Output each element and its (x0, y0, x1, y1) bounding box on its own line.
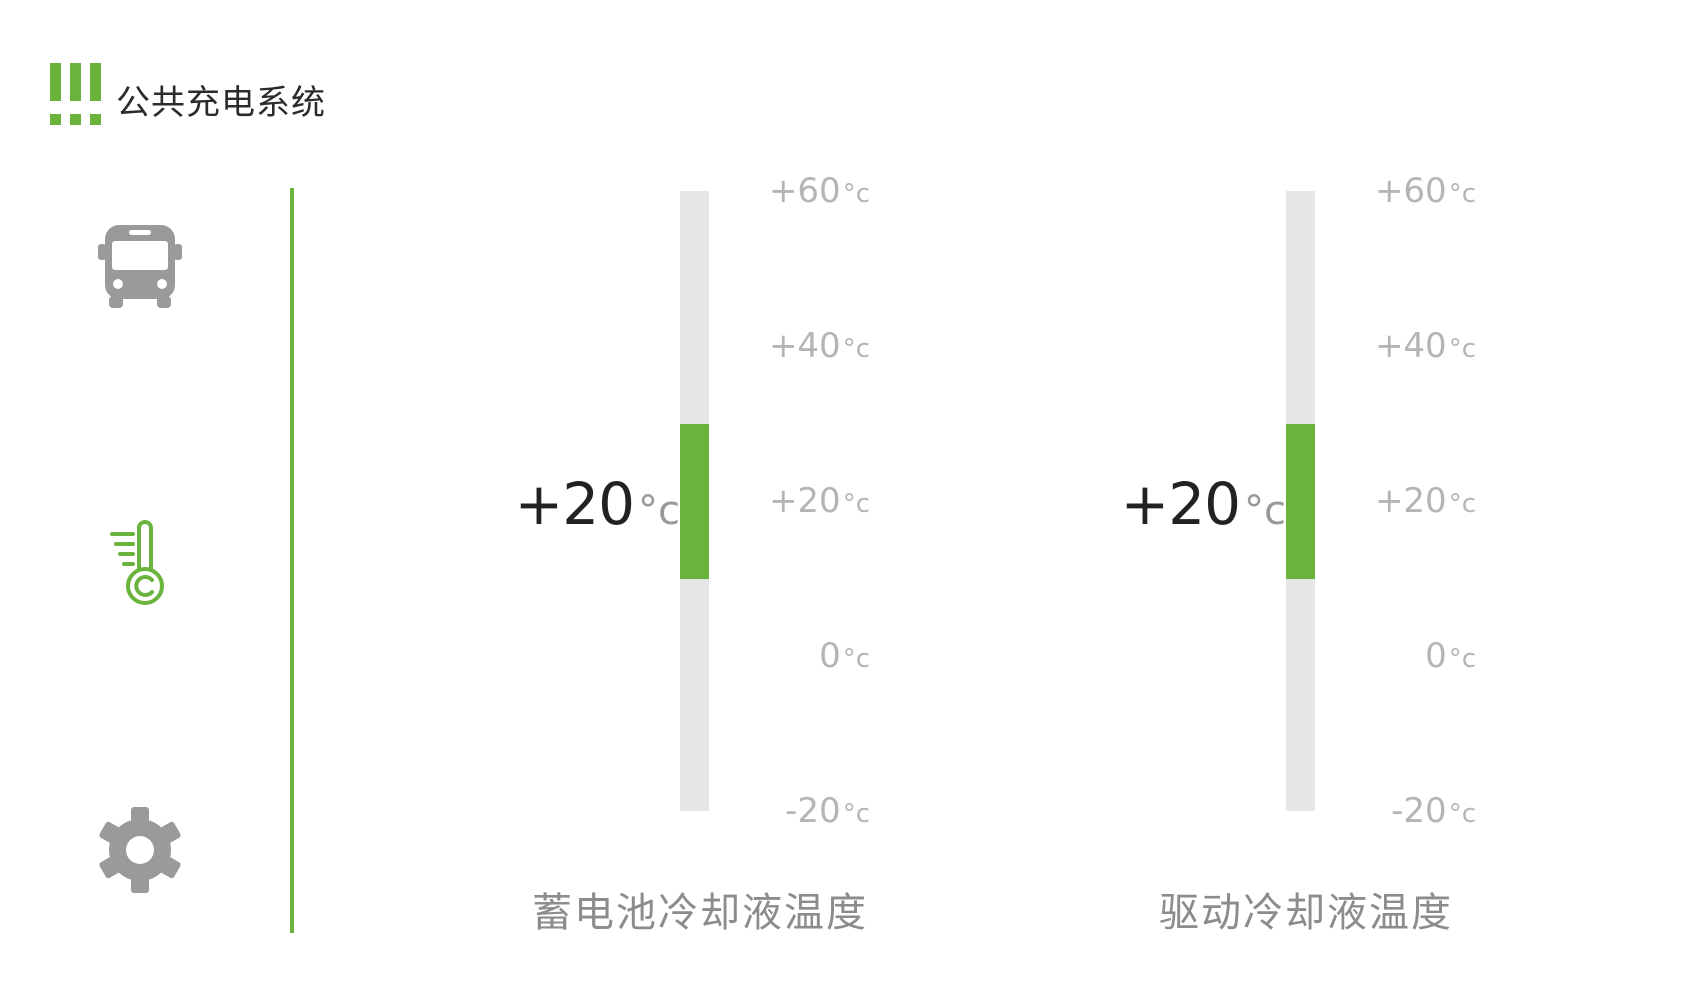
gauge-label: 蓄电池冷却液温度 (532, 890, 868, 936)
sidebar (0, 187, 290, 937)
temperature-bar-fill (1286, 423, 1315, 579)
logo-icon (50, 63, 102, 125)
temperature-bar-fill (680, 423, 709, 579)
scale-tick: -20°c (785, 791, 870, 831)
temperature-scale: +60°c +40°c +20°c 0°c -20°c (760, 171, 880, 831)
temperature-unit: °c (1244, 488, 1286, 534)
scale-tick: -20°c (1391, 791, 1476, 831)
temperature-scale: +60°c +40°c +20°c 0°c -20°c (1366, 171, 1486, 831)
battery-coolant-gauge: +20 °c +60°c +40°c +20°c 0°c -20°c 蓄电池冷却… (460, 0, 1020, 1000)
bus-icon[interactable] (95, 222, 185, 312)
sidebar-divider (290, 188, 294, 933)
temperature-value: +20 (514, 470, 635, 538)
scale-tick: +60°c (768, 171, 870, 211)
temperature-bar (1286, 191, 1315, 811)
scale-tick: +40°c (768, 326, 870, 366)
app-title: 公共充电系统 (116, 83, 326, 123)
temperature-readout: +20 °c (1086, 470, 1286, 540)
thermometer-icon[interactable] (95, 520, 185, 610)
scale-tick: +60°c (1374, 171, 1476, 211)
scale-tick: +20°c (768, 481, 870, 521)
temperature-readout: +20 °c (480, 470, 680, 540)
gauge-label: 驱动冷却液温度 (1159, 890, 1453, 936)
drive-coolant-gauge: +20 °c +60°c +40°c +20°c 0°c -20°c 驱动冷却液… (1066, 0, 1626, 1000)
scale-tick: +40°c (1374, 326, 1476, 366)
gear-icon[interactable] (95, 805, 185, 895)
scale-tick: +20°c (1374, 481, 1476, 521)
temperature-bar (680, 191, 709, 811)
scale-tick: 0°c (819, 636, 870, 676)
temperature-value: +20 (1120, 470, 1241, 538)
temperature-unit: °c (638, 488, 680, 534)
scale-tick: 0°c (1425, 636, 1476, 676)
app-header: 公共充电系统 (50, 55, 326, 125)
